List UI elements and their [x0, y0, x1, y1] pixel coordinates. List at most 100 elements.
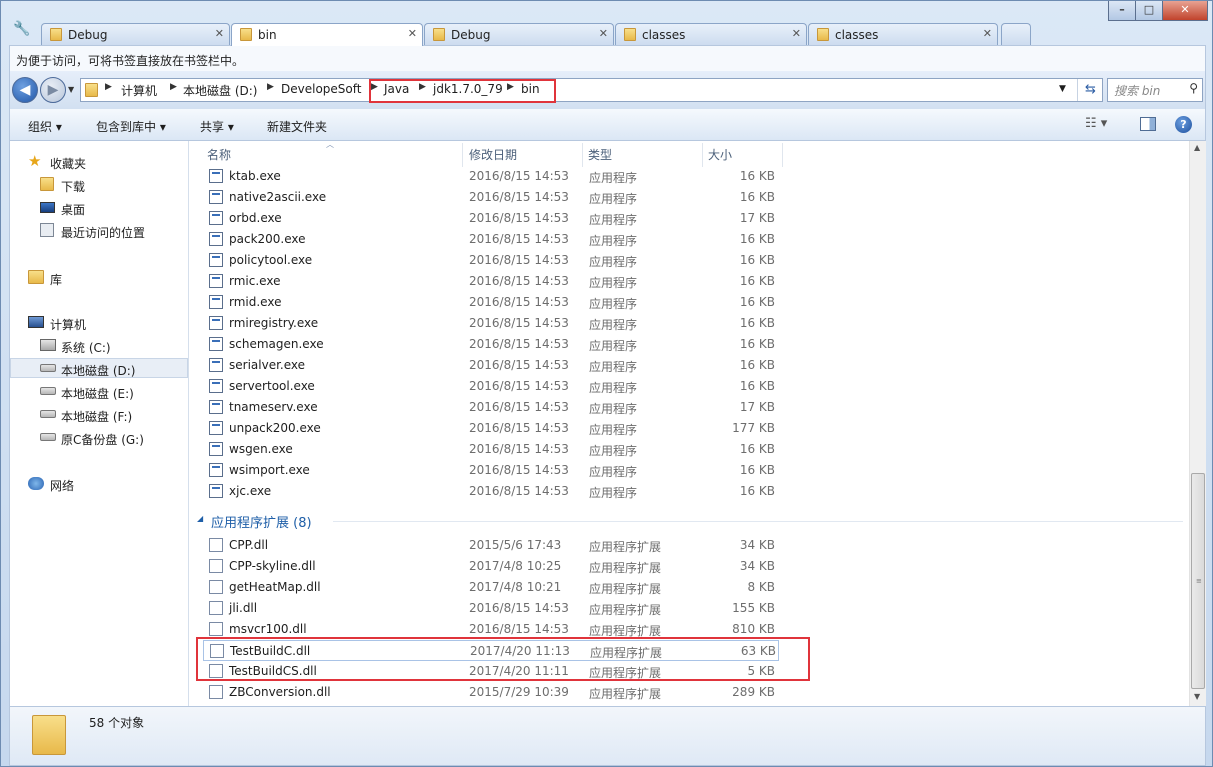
scroll-down-icon[interactable]: ▼ [1194, 692, 1200, 701]
collapse-chevron-icon[interactable]: ◢ [197, 514, 203, 523]
tab-close-icon[interactable]: ✕ [792, 27, 801, 40]
back-button[interactable]: ◀ [12, 77, 38, 103]
breadcrumb-separator-icon[interactable]: ▶ [267, 82, 274, 92]
new-folder-button[interactable]: 新建文件夹 [267, 118, 327, 135]
tab-bin[interactable]: bin ✕ [231, 23, 423, 46]
file-type: 应用程序 [589, 381, 638, 395]
file-row[interactable]: CPP.dll 2015/5/6 17:43 应用程序扩展 34 KB [203, 535, 779, 556]
nav-libraries[interactable]: 库 [10, 268, 188, 288]
preview-pane-icon[interactable] [1140, 117, 1156, 131]
file-row[interactable]: xjc.exe 2016/8/15 14:53 应用程序 16 KB [203, 481, 779, 502]
nav-desktop[interactable]: 桌面 [10, 198, 188, 218]
breadcrumb-separator-icon[interactable]: ▶ [371, 82, 378, 92]
file-row[interactable]: tnameserv.exe 2016/8/15 14:53 应用程序 17 KB [203, 397, 779, 418]
column-header-size[interactable]: 大小 [708, 146, 732, 163]
scroll-up-icon[interactable]: ▲ [1194, 143, 1200, 152]
file-row[interactable]: ktab.exe 2016/8/15 14:53 应用程序 16 KB [203, 166, 779, 187]
tab-debug-2[interactable]: Debug ✕ [424, 23, 614, 45]
file-row[interactable]: wsgen.exe 2016/8/15 14:53 应用程序 16 KB [203, 439, 779, 460]
help-icon[interactable]: ? [1175, 116, 1192, 133]
file-row[interactable]: serialver.exe 2016/8/15 14:53 应用程序 16 KB [203, 355, 779, 376]
close-button[interactable]: ✕ [1162, 1, 1208, 21]
tab-close-icon[interactable]: ✕ [599, 27, 608, 40]
tab-close-icon[interactable]: ✕ [408, 27, 417, 40]
refresh-icon[interactable]: ⇆ [1077, 79, 1103, 101]
breadcrumb-separator-icon[interactable]: ▶ [170, 82, 177, 92]
nav-downloads[interactable]: 下载 [10, 175, 188, 195]
file-row[interactable]: wsimport.exe 2016/8/15 14:53 应用程序 16 KB [203, 460, 779, 481]
file-row[interactable]: CPP-skyline.dll 2017/4/8 10:25 应用程序扩展 34 KB [203, 556, 779, 577]
column-header-date[interactable]: 修改日期 [469, 146, 517, 163]
recent-pages-chevron-icon[interactable]: ▼ [68, 85, 74, 94]
tab-close-icon[interactable]: ✕ [215, 27, 224, 40]
forward-button[interactable]: ▶ [40, 77, 66, 103]
tab-debug-1[interactable]: Debug ✕ [41, 23, 230, 45]
file-row[interactable]: native2ascii.exe 2016/8/15 14:53 应用程序 16 KB [203, 187, 779, 208]
address-dropdown-icon[interactable]: ▼ [1059, 84, 1066, 94]
file-row[interactable]: TestBuildCS.dll 2017/4/20 11:11 应用程序扩展 5 KB [203, 661, 779, 682]
file-row[interactable]: msvcr100.dll 2016/8/15 14:53 应用程序扩展 810 KB [203, 619, 779, 640]
breadcrumb-bin[interactable]: bin [521, 82, 540, 96]
minimize-button[interactable]: – [1108, 1, 1136, 21]
breadcrumb-separator-icon[interactable]: ▶ [419, 82, 426, 92]
file-row[interactable]: TestBuildC.dll 2017/4/20 11:13 应用程序扩展 63 KB [203, 640, 779, 661]
file-row[interactable]: getHeatMap.dll 2017/4/8 10:21 应用程序扩展 8 KB [203, 577, 779, 598]
nav-computer[interactable]: 计算机 [10, 313, 188, 333]
file-row[interactable]: ZBConversion.dll 2015/7/29 10:39 应用程序扩展 289… [203, 682, 779, 703]
downloads-folder-icon [40, 177, 54, 191]
file-row[interactable]: rmid.exe 2016/8/15 14:53 应用程序 16 KB [203, 292, 779, 313]
search-icon[interactable]: ⚲ [1189, 81, 1198, 95]
nav-drive-c[interactable]: 系统 (C:) [10, 336, 188, 356]
column-divider[interactable] [782, 143, 783, 167]
tab-close-icon[interactable]: ✕ [983, 27, 992, 40]
nav-drive-f[interactable]: 本地磁盘 (F:) [10, 405, 188, 425]
share-menu[interactable]: 共享 ▾ [200, 118, 234, 135]
exe-file-icon [209, 274, 223, 288]
maximize-button[interactable]: □ [1135, 1, 1163, 21]
group-header-app-extensions[interactable]: ◢ 应用程序扩展 (8) [197, 511, 1183, 531]
tab-classes-2[interactable]: classes ✕ [808, 23, 998, 45]
file-type: 应用程序扩展 [589, 687, 662, 701]
vertical-scrollbar[interactable]: ▲ ≡ ▼ [1189, 141, 1206, 706]
file-row[interactable]: pack200.exe 2016/8/15 14:53 应用程序 16 KB [203, 229, 779, 250]
address-bar[interactable]: ▶ 计算机 ▶ 本地磁盘 (D:) ▶ DevelopeSoft ▶ Java … [80, 78, 1103, 102]
column-divider[interactable] [582, 143, 583, 167]
file-row[interactable]: jli.dll 2016/8/15 14:53 应用程序扩展 155 KB [203, 598, 779, 619]
file-row[interactable]: orbd.exe 2016/8/15 14:53 应用程序 17 KB [203, 208, 779, 229]
include-in-library-menu[interactable]: 包含到库中 ▾ [96, 118, 166, 135]
tab-classes-1[interactable]: classes ✕ [615, 23, 807, 45]
breadcrumb-developesoft[interactable]: DevelopeSoft [281, 82, 361, 96]
column-divider[interactable] [702, 143, 703, 167]
search-input[interactable]: 搜索 bin ⚲ [1107, 78, 1203, 102]
breadcrumb-separator-icon[interactable]: ▶ [105, 82, 112, 92]
file-name: wsimport.exe [229, 463, 310, 477]
breadcrumb-jdk[interactable]: jdk1.7.0_79 [433, 82, 503, 96]
nav-drive-d[interactable]: 本地磁盘 (D:) [10, 358, 188, 378]
view-options-icon[interactable]: ☷ ▾ [1085, 116, 1107, 131]
breadcrumb-java[interactable]: Java [384, 82, 409, 96]
nav-favorites[interactable]: ★ 收藏夹 [10, 152, 188, 172]
nav-drive-e[interactable]: 本地磁盘 (E:) [10, 382, 188, 402]
wrench-icon[interactable]: 🔧 [13, 21, 33, 41]
file-size: 810 KB [732, 622, 775, 636]
nav-drive-g[interactable]: 原C备份盘 (G:) [10, 428, 188, 448]
breadcrumb-separator-icon[interactable]: ▶ [507, 82, 514, 92]
drive-icon [40, 433, 56, 441]
file-row[interactable]: policytool.exe 2016/8/15 14:53 应用程序 16 KB [203, 250, 779, 271]
breadcrumb-computer[interactable]: 计算机 [121, 82, 157, 99]
breadcrumb-drive-d[interactable]: 本地磁盘 (D:) [183, 82, 257, 99]
nav-recent-places[interactable]: 最近访问的位置 [10, 221, 188, 241]
column-header-type[interactable]: 类型 [588, 146, 612, 163]
column-divider[interactable] [462, 143, 463, 167]
exe-file-icon [209, 316, 223, 330]
organize-menu[interactable]: 组织 ▾ [28, 118, 62, 135]
new-tab-button[interactable] [1001, 23, 1031, 45]
file-row[interactable]: schemagen.exe 2016/8/15 14:53 应用程序 16 KB [203, 334, 779, 355]
nav-network[interactable]: 网络 [10, 474, 188, 494]
file-row[interactable]: unpack200.exe 2016/8/15 14:53 应用程序 177 KB [203, 418, 779, 439]
file-row[interactable]: servertool.exe 2016/8/15 14:53 应用程序 16 KB [203, 376, 779, 397]
column-header-name[interactable]: 名称 [207, 146, 231, 163]
dll-file-icon [209, 622, 223, 636]
file-row[interactable]: rmic.exe 2016/8/15 14:53 应用程序 16 KB [203, 271, 779, 292]
file-row[interactable]: rmiregistry.exe 2016/8/15 14:53 应用程序 16 KB [203, 313, 779, 334]
